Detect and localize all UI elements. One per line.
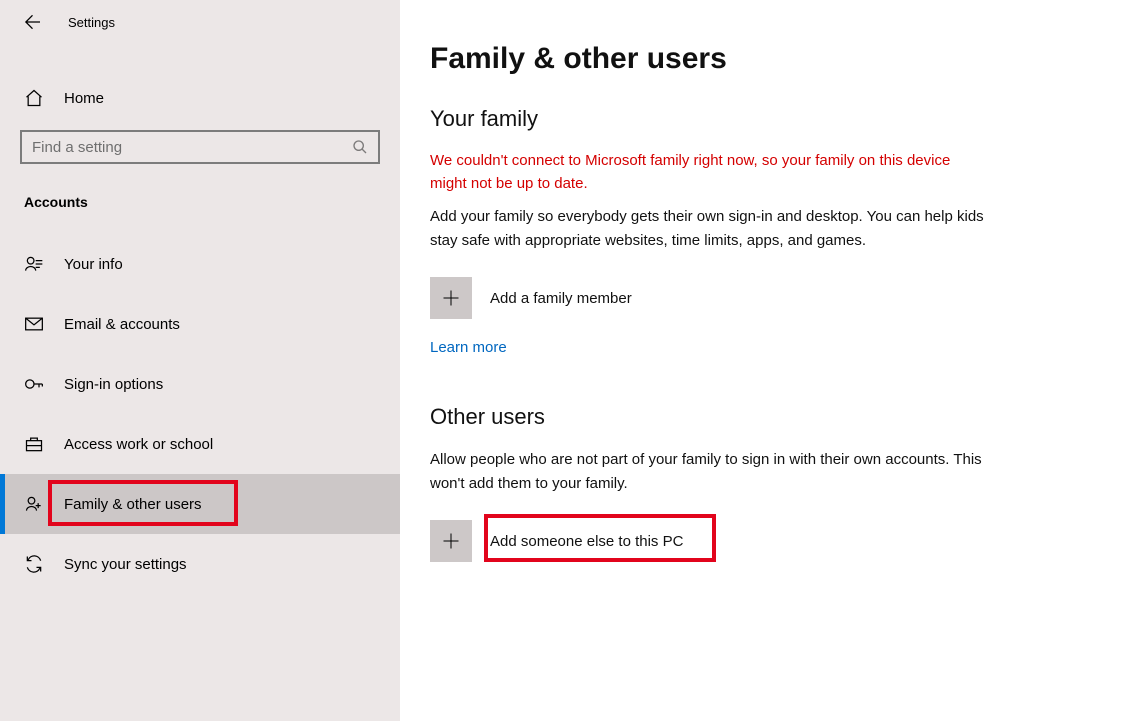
nav-label: Your info	[64, 256, 123, 273]
family-icon	[24, 494, 44, 514]
search-icon	[352, 139, 368, 155]
plus-icon	[430, 277, 472, 319]
sidebar-item-email[interactable]: Email & accounts	[0, 294, 400, 354]
mail-icon	[24, 314, 44, 334]
sidebar-home[interactable]: Home	[0, 78, 400, 118]
sidebar-section-label: Accounts	[0, 164, 400, 222]
home-label: Home	[64, 90, 104, 107]
back-arrow-icon[interactable]	[20, 12, 40, 32]
nav-label: Family & other users	[64, 496, 202, 513]
other-users-heading: Other users	[430, 404, 1088, 430]
sidebar-item-your-info[interactable]: Your info	[0, 234, 400, 294]
your-family-heading: Your family	[430, 106, 1088, 132]
main-content: Family & other users Your family We coul…	[400, 0, 1128, 721]
search-wrap	[0, 118, 400, 164]
family-error-text: We couldn't connect to Microsoft family …	[430, 150, 990, 195]
sidebar-item-signin[interactable]: Sign-in options	[0, 354, 400, 414]
nav-label: Sync your settings	[64, 556, 187, 573]
add-someone-else-label: Add someone else to this PC	[490, 533, 683, 550]
home-icon	[24, 88, 44, 108]
sidebar-header: Settings	[0, 0, 400, 44]
add-family-label: Add a family member	[490, 290, 632, 307]
nav-list: Your info Email & accounts Sign-in optio…	[0, 234, 400, 594]
sync-icon	[24, 554, 44, 574]
settings-label: Settings	[68, 15, 115, 30]
other-users-description: Allow people who are not part of your fa…	[430, 448, 990, 496]
page-title: Family & other users	[430, 42, 1088, 76]
add-family-member-button[interactable]: Add a family member	[430, 277, 632, 319]
nav-label: Access work or school	[64, 436, 213, 453]
nav-label: Email & accounts	[64, 316, 180, 333]
plus-icon	[430, 520, 472, 562]
sidebar-item-family[interactable]: Family & other users	[0, 474, 400, 534]
briefcase-icon	[24, 434, 44, 454]
search-box[interactable]	[20, 130, 380, 164]
sidebar-item-sync[interactable]: Sync your settings	[0, 534, 400, 594]
add-someone-else-button[interactable]: Add someone else to this PC	[430, 520, 683, 562]
sidebar-item-work-school[interactable]: Access work or school	[0, 414, 400, 474]
sidebar: Settings Home Accounts	[0, 0, 400, 721]
user-card-icon	[24, 254, 44, 274]
search-input[interactable]	[32, 139, 352, 156]
nav-label: Sign-in options	[64, 376, 163, 393]
key-icon	[24, 374, 44, 394]
family-description: Add your family so everybody gets their …	[430, 205, 990, 253]
learn-more-link[interactable]: Learn more	[430, 339, 507, 356]
